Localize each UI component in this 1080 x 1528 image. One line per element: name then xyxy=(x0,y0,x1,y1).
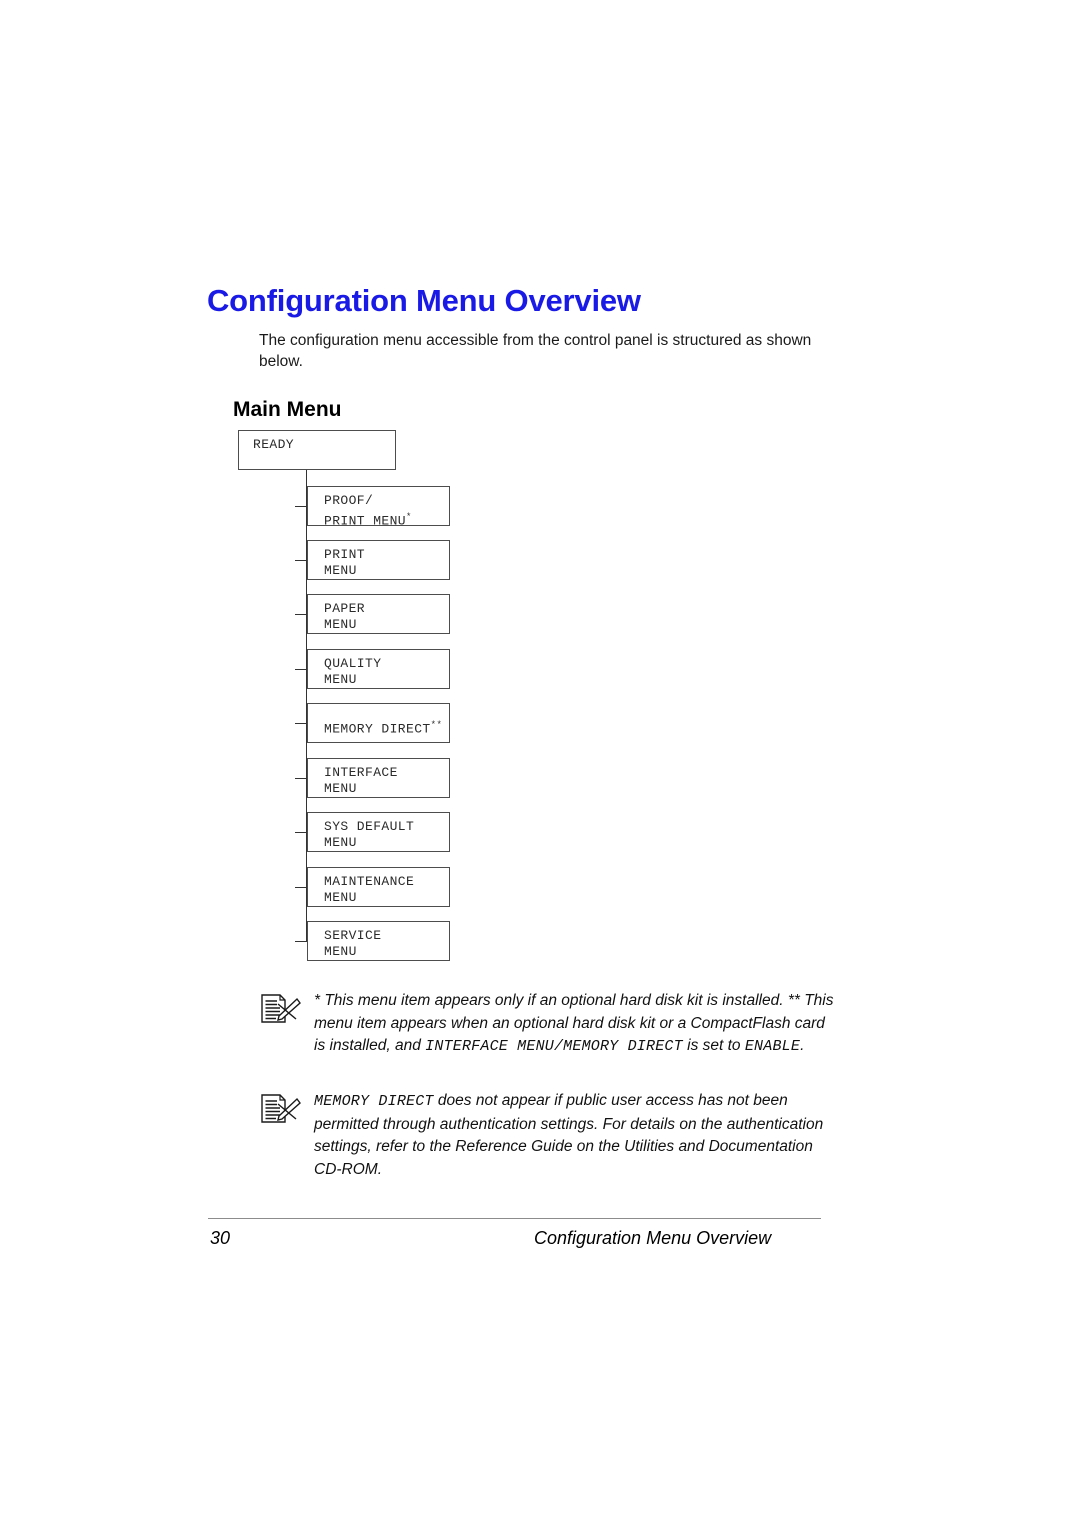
tree-node-ready-label: READY xyxy=(253,437,295,452)
note-text-part-2: is set to xyxy=(682,1037,745,1054)
tree-connector xyxy=(295,723,307,724)
note-pencil-icon xyxy=(256,1092,302,1126)
intro-paragraph: The configuration menu accessible from t… xyxy=(259,331,812,370)
sub-heading-main-menu: Main Menu xyxy=(233,398,342,422)
footnote-marker: ** xyxy=(430,720,443,730)
tree-node-line-2: MENU xyxy=(324,563,357,578)
page-title: Configuration Menu Overview xyxy=(207,282,641,318)
tree-node-proof-print-menu: PROOF/ PRINT MENU* xyxy=(307,486,450,529)
menu-tree-diagram: READY PROOF/ PRINT MENU* PRINT MENU PAPE… xyxy=(0,0,1080,1528)
tree-connector xyxy=(295,614,307,615)
tree-node-line-1: SYS DEFAULT xyxy=(324,819,415,834)
tree-node-interface-menu: INTERFACE MENU xyxy=(307,758,450,798)
tree-connector xyxy=(295,941,307,942)
tree-node-ready: READY xyxy=(238,430,396,470)
tree-node-line-1: PRINT xyxy=(324,547,366,562)
note-text: * This menu item appears only if an opti… xyxy=(314,990,838,1059)
tree-node-line-2: MENU xyxy=(324,944,357,959)
tree-connector xyxy=(295,887,307,888)
tree-node-line-2: MENU xyxy=(324,835,357,850)
note-pencil-icon xyxy=(256,992,302,1026)
tree-node-line-1: SERVICE xyxy=(324,928,382,943)
tree-node-sys-default-menu: SYS DEFAULT MENU xyxy=(307,812,450,852)
note-mono-term-1: MEMORY DIRECT xyxy=(314,1093,434,1110)
tree-node-line-2: PRINT MENU* xyxy=(324,512,412,529)
tree-node-maintenance-menu: MAINTENANCE MENU xyxy=(307,867,450,907)
note-text-part-3: . xyxy=(800,1037,805,1054)
note-mono-term-2: ENABLE xyxy=(744,1038,801,1055)
footnote-marker: * xyxy=(406,512,412,522)
tree-node-memory-direct: MEMORY DIRECT** xyxy=(307,703,450,743)
tree-node-line-1: MEMORY DIRECT** xyxy=(324,720,443,737)
tree-node-line-2: MENU xyxy=(324,890,357,905)
tree-node-line-1: QUALITY xyxy=(324,656,382,671)
tree-connector xyxy=(295,506,307,507)
tree-node-line-1: PAPER xyxy=(324,601,366,616)
footer-page-number: 30 xyxy=(210,1228,231,1248)
tree-connector xyxy=(295,560,307,561)
tree-node-line-1: PROOF/ xyxy=(324,493,374,508)
tree-node-line-2: MENU xyxy=(324,781,357,796)
tree-node-line-2: MENU xyxy=(324,617,357,632)
tree-node-quality-menu: QUALITY MENU xyxy=(307,649,450,689)
note-mono-term-1: INTERFACE MENU/MEMORY DIRECT xyxy=(425,1038,683,1055)
tree-node-print-menu: PRINT MENU xyxy=(307,540,450,580)
footer-section-title: Configuration Menu Overview xyxy=(534,1228,772,1248)
document-page: Configuration Menu Overview The configur… xyxy=(0,0,1080,1528)
tree-node-line-2: MENU xyxy=(324,672,357,687)
footer-divider xyxy=(208,1218,821,1219)
tree-node-service-menu: SERVICE MENU xyxy=(307,921,450,961)
tree-node-paper-menu: PAPER MENU xyxy=(307,594,450,634)
tree-connector xyxy=(295,832,307,833)
tree-node-line-1: INTERFACE xyxy=(324,765,398,780)
note-text: MEMORY DIRECT does not appear if public … xyxy=(314,1090,838,1181)
tree-connector xyxy=(295,778,307,779)
tree-node-line-1: MAINTENANCE xyxy=(324,874,415,889)
tree-connector xyxy=(295,669,307,670)
